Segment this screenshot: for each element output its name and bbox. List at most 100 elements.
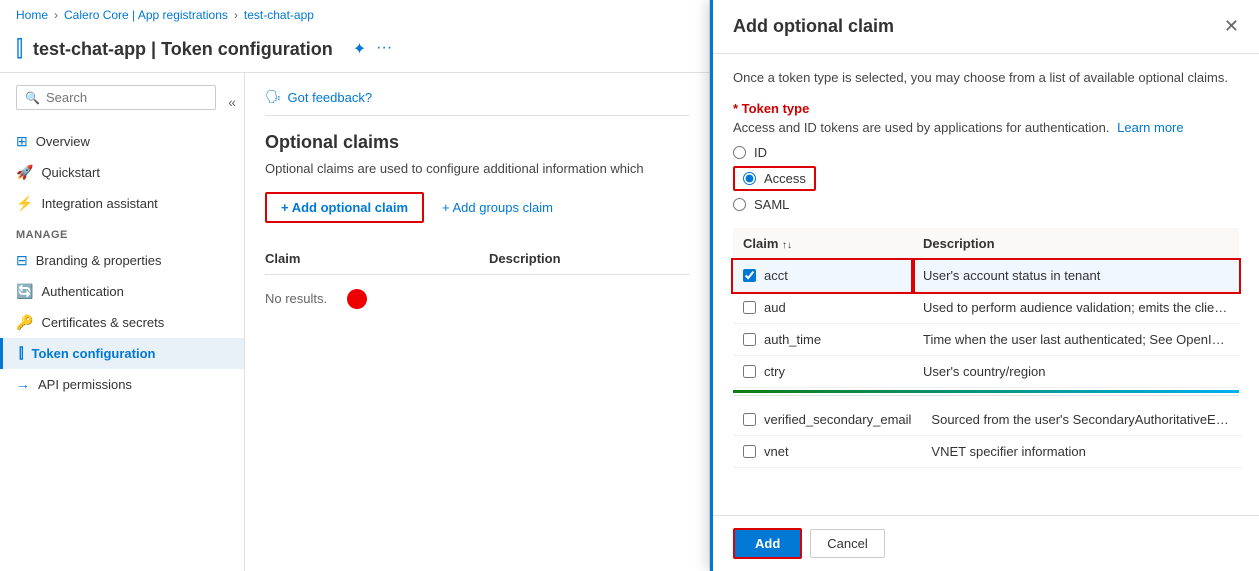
search-icon: 🔍 xyxy=(25,91,40,105)
feedback-text[interactable]: Got feedback? xyxy=(288,90,373,105)
add-optional-claim-button[interactable]: + Add optional claim xyxy=(265,192,424,223)
search-input[interactable] xyxy=(46,90,207,105)
breadcrumb-app-registrations[interactable]: Calero Core | App registrations xyxy=(64,8,228,22)
claim-row-ctry[interactable]: ctry User's country/region xyxy=(733,356,1239,388)
more-icon[interactable]: ··· xyxy=(376,39,392,59)
sidebar-item-overview[interactable]: ⊞ Overview xyxy=(0,126,244,157)
annotation-dot xyxy=(347,289,367,309)
col-description-header: Description xyxy=(489,251,689,266)
breadcrumb-home[interactable]: Home xyxy=(16,8,48,22)
sidebar-item-branding[interactable]: ⊟ Branding & properties xyxy=(0,245,244,276)
claim-row-acct[interactable]: acct User's account status in tenant xyxy=(733,260,1239,292)
main-content: 🔍 « ⊞ Overview 🚀 Quickstart ⚡ Integratio… xyxy=(0,73,709,571)
radio-access[interactable]: Access xyxy=(733,166,816,191)
page-title: test-chat-app | Token configuration xyxy=(33,39,333,60)
claim-vnet-checkbox[interactable] xyxy=(743,445,756,458)
learn-more-link[interactable]: Learn more xyxy=(1117,120,1183,135)
claim-row-auth-time[interactable]: auth_time Time when the user last authen… xyxy=(733,324,1239,356)
feedback-icon: 🗣 xyxy=(265,89,282,105)
claim-aud-checkbox-cell: aud xyxy=(733,292,913,324)
app-header: ⫿ test-chat-app | Token configuration ✦ … xyxy=(0,30,709,73)
add-claim-dialog: Add optional claim ✕ Once a token type i… xyxy=(710,0,1259,571)
radio-id-label: ID xyxy=(754,145,767,160)
sidebar-item-api-permissions[interactable]: → API permissions xyxy=(0,369,244,399)
claim-aud-checkbox[interactable] xyxy=(743,301,756,314)
claim-vnet-desc: VNET specifier information xyxy=(921,436,1241,468)
claims-col-desc-header: Description xyxy=(913,228,1239,260)
sidebar-item-label: Certificates & secrets xyxy=(41,315,164,330)
bottom-claims-table: verified_secondary_email Sourced from th… xyxy=(733,404,1241,468)
claim-auth-time-checkbox[interactable] xyxy=(743,333,756,346)
add-submit-button[interactable]: Add xyxy=(733,528,802,559)
sidebar-item-label: API permissions xyxy=(38,377,132,392)
claim-ctry-checkbox[interactable] xyxy=(743,365,756,378)
radio-saml-input[interactable] xyxy=(733,198,746,211)
claim-auth-time-desc: Time when the user last authenticated; S… xyxy=(913,324,1239,356)
token-type-label: * Token type xyxy=(733,101,1239,116)
dialog-header: Add optional claim ✕ xyxy=(713,0,1259,54)
dialog-close-button[interactable]: ✕ xyxy=(1224,16,1239,37)
dialog-title: Add optional claim xyxy=(733,16,894,37)
no-results-row: No results. xyxy=(265,275,689,322)
radio-access-label: Access xyxy=(764,171,806,186)
add-groups-claim-button[interactable]: + Add groups claim xyxy=(432,194,563,221)
claim-vnet-label: vnet xyxy=(764,444,789,459)
dialog-intro: Once a token type is selected, you may c… xyxy=(733,70,1239,85)
quickstart-icon: 🚀 xyxy=(16,164,33,181)
sidebar-item-certificates[interactable]: 🔑 Certificates & secrets xyxy=(0,307,244,338)
token-type-radio-group: ID Access SAML xyxy=(733,145,1239,212)
sidebar-item-integration[interactable]: ⚡ Integration assistant xyxy=(0,188,244,219)
token-config-icon: ⫿ xyxy=(19,345,23,362)
sidebar-item-label: Authentication xyxy=(41,284,123,299)
content-area: 🗣 Got feedback? Optional claims Optional… xyxy=(245,73,709,571)
claim-acct-desc: User's account status in tenant xyxy=(913,260,1239,292)
header-actions: ✦ ··· xyxy=(353,39,392,59)
claim-row-vnet[interactable]: vnet VNET specifier information xyxy=(733,436,1241,468)
claim-ctry-desc: User's country/region xyxy=(913,356,1239,388)
api-permissions-icon: → xyxy=(16,376,30,392)
radio-saml[interactable]: SAML xyxy=(733,197,1239,212)
dialog-footer: Add Cancel xyxy=(713,515,1259,571)
claim-verified-email-label: verified_secondary_email xyxy=(764,412,911,427)
token-type-desc: Access and ID tokens are used by applica… xyxy=(733,120,1239,135)
radio-access-input[interactable] xyxy=(743,172,756,185)
col-claim-header: Claim xyxy=(265,251,489,266)
cancel-button[interactable]: Cancel xyxy=(810,529,884,558)
claim-aud-desc: Used to perform audience validation; emi… xyxy=(913,292,1239,324)
left-panel: Home › Calero Core | App registrations ›… xyxy=(0,0,710,571)
no-results-text: No results. xyxy=(265,275,327,322)
claim-row-verified-email[interactable]: verified_secondary_email Sourced from th… xyxy=(733,404,1241,436)
claims-col-claim-header: Claim ↑↓ xyxy=(733,228,913,260)
dialog-body: Once a token type is selected, you may c… xyxy=(713,54,1259,515)
claim-row-aud[interactable]: aud Used to perform audience validation;… xyxy=(733,292,1239,324)
radio-id[interactable]: ID xyxy=(733,145,1239,160)
content-description: Optional claims are used to configure ad… xyxy=(265,161,689,176)
feedback-bar: 🗣 Got feedback? xyxy=(265,89,689,116)
collapse-icon[interactable]: « xyxy=(228,94,236,110)
app-icon: ⫿ xyxy=(16,36,23,62)
claim-verified-email-checkbox[interactable] xyxy=(743,413,756,426)
sidebar-item-authentication[interactable]: 🔄 Authentication xyxy=(0,276,244,307)
breadcrumb-app-name[interactable]: test-chat-app xyxy=(244,8,314,22)
pin-icon[interactable]: ✦ xyxy=(353,39,366,59)
manage-section-label: Manage xyxy=(0,219,244,245)
sidebar-item-label: Token configuration xyxy=(31,346,155,361)
claim-acct-label: acct xyxy=(764,268,788,283)
action-bar: + Add optional claim + Add groups claim xyxy=(265,192,689,223)
scroll-indicator xyxy=(733,390,1239,393)
breadcrumb: Home › Calero Core | App registrations ›… xyxy=(0,0,709,30)
sidebar: 🔍 « ⊞ Overview 🚀 Quickstart ⚡ Integratio… xyxy=(0,73,245,571)
radio-id-input[interactable] xyxy=(733,146,746,159)
claim-ctry-checkbox-cell: ctry xyxy=(733,356,913,388)
claim-ctry-label: ctry xyxy=(764,364,785,379)
sidebar-item-quickstart[interactable]: 🚀 Quickstart xyxy=(0,157,244,188)
claim-acct-checkbox-cell: acct xyxy=(733,260,913,292)
sidebar-item-token-config[interactable]: ⫿ Token configuration xyxy=(0,338,244,369)
content-title: Optional claims xyxy=(265,132,689,153)
certificates-icon: 🔑 xyxy=(16,314,33,331)
claims-table-header-row: Claim ↑↓ Description xyxy=(733,228,1239,260)
claims-table: Claim ↑↓ Description acct User's accou xyxy=(733,228,1239,388)
claim-acct-checkbox[interactable] xyxy=(743,269,756,282)
claim-auth-time-checkbox-cell: auth_time xyxy=(733,324,913,356)
claim-verified-email-desc: Sourced from the user's SecondaryAuthori… xyxy=(921,404,1241,436)
